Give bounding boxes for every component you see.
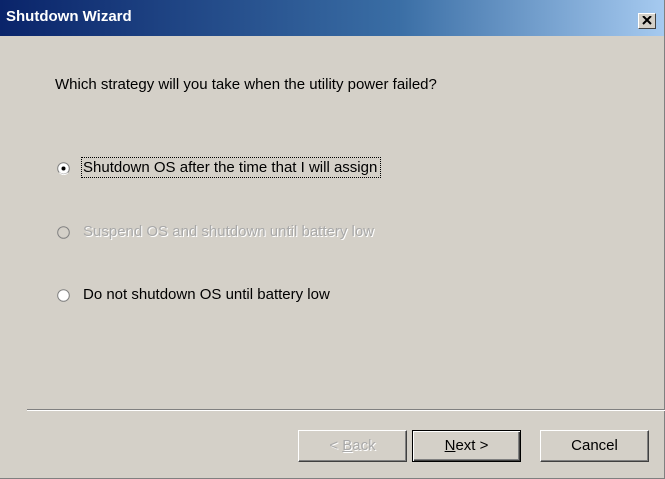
close-button[interactable]	[638, 13, 656, 29]
radio-unselected-icon[interactable]	[57, 289, 70, 302]
next-label-key: N	[444, 437, 456, 454]
option-label: Do not shutdown OS until battery low	[83, 286, 330, 303]
next-button[interactable]: Next >	[412, 430, 521, 462]
radio-selected-icon[interactable]	[57, 162, 70, 175]
option-label: Shutdown OS after the time that I will a…	[80, 157, 382, 178]
cancel-button[interactable]: Cancel	[540, 430, 649, 462]
strategy-question: Which strategy will you take when the ut…	[55, 76, 437, 93]
radio-unselected-icon	[57, 226, 70, 239]
window-title: Shutdown Wizard	[6, 8, 132, 25]
close-icon	[642, 16, 652, 25]
shutdown-wizard-window: Shutdown Wizard Which strategy will you …	[0, 0, 665, 479]
next-label-rest: ext >	[455, 437, 489, 454]
separator-line	[27, 409, 665, 411]
back-button: < Back	[298, 430, 407, 462]
title-bar[interactable]: Shutdown Wizard	[0, 0, 664, 36]
option-label: Suspend OS and shutdown until battery lo…	[83, 223, 375, 240]
back-label-rest: ack	[352, 437, 376, 454]
back-label-prefix: <	[329, 437, 343, 454]
back-label-key: B	[342, 437, 353, 454]
